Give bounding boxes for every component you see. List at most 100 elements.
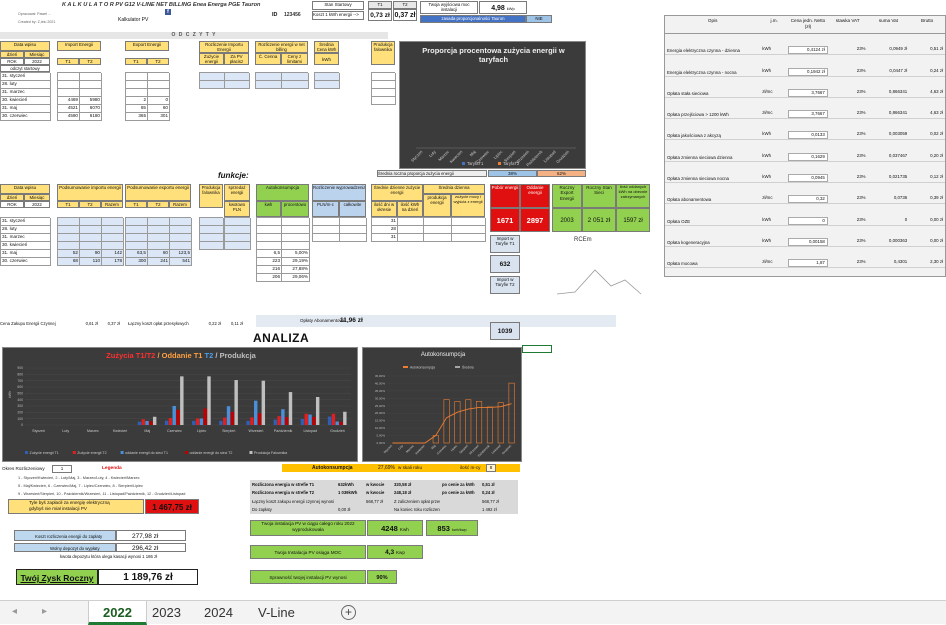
rates-cell: 23% [856,195,866,201]
cell [257,234,282,242]
bar-mark [335,421,339,425]
bar-mark [281,409,285,425]
facebook-icon[interactable]: f [165,9,171,15]
price-t2: 0,37 zł [393,9,417,21]
author-line: Opracował: Paweł ... [18,12,51,16]
rates-cell: Opłata stała sieciowa [667,90,709,96]
bar-mark [273,419,277,425]
b-sred-header: Średnie dzienne zużycie energii [371,184,423,201]
bar-mark [141,419,145,425]
kpi-depozyt-value: 1597 zł [616,208,650,232]
kpi-stan-label: Roczny Stan Sieci [582,184,616,208]
pv-year-label: Twoja instalacja PV w ciągu całego roku … [250,520,366,536]
net-summary-cell: 0,24 zł [482,490,495,496]
cell [424,218,452,226]
t1-header: T1 [368,1,392,9]
add-sheet-icon[interactable]: + [341,605,356,620]
cell [200,73,225,81]
legend-title: Legenda [102,466,122,471]
rozliczenie-header: Rozliczenie Importu Energii [199,41,249,53]
day-header: dzień [0,51,24,58]
rates-cell[interactable]: 3,7667 [788,110,828,119]
cell: 60 [148,105,170,113]
cell [225,226,251,234]
bar-y-tick: 100 [17,417,23,421]
cell [282,234,310,242]
cell: 63,5 [126,250,148,258]
cell: 31. styczeń [1,218,51,226]
cell [200,242,224,250]
rates-cell: 23% [856,67,866,73]
pv-year-value: 4248 Kwh [367,520,423,536]
cell [200,234,224,242]
tab-2024[interactable]: 2024 [190,601,247,625]
auto-x-label: Czerwiec [436,444,448,456]
top-export-grid: 2 0 65 60 365 301 [125,72,170,121]
rates-cell[interactable]: 3,7667 [788,88,828,97]
cell: 30. kwiecień [1,97,51,105]
sum-val-4: 0,22 zł [208,321,221,326]
b-rozl-grid [312,217,367,242]
rates-cell: 0,037467 [888,152,908,158]
cell [58,218,80,226]
rates-cell: 23% [856,216,866,222]
cell [372,97,396,105]
okres-value[interactable]: 1 [52,465,72,473]
cell: 4469 [58,97,80,105]
b-auto-grid: 6,5 5,00% 223 29,19% 216 27,88% 206 29,06% [256,217,310,282]
rates-cell: kWh [762,46,772,52]
proportion-footer: Średnia roczna proporcja zużycia energii [377,170,487,177]
export-header: Export Energii [125,41,169,51]
year-value[interactable]: 2022 [24,58,50,65]
cell [225,218,251,226]
rates-cell: 0,24 zł [930,67,943,73]
bar-x-label: Styczeń [32,429,45,433]
cell: 142 [102,250,124,258]
top-import-grid: 4469 5980 4521 6070 4590 6180 [57,72,102,121]
tariff-rule-value[interactable]: NIE [526,15,552,23]
bar-legend-label: Zużycie energii T2 [77,451,106,455]
bar-mark [288,392,293,425]
cell: 541 [170,258,192,266]
auto-x-label: Maj [430,444,436,450]
scroll-left-icon[interactable]: ◂ [12,606,17,617]
cell [170,218,192,226]
b-sprz-grid [224,217,251,250]
zaplat-subheader: Za PV płacisz [224,53,249,65]
kalkulator-label: Kalkulator PV [118,17,149,23]
b-export-razem: Razem [169,201,191,208]
bar-y-tick: 700 [17,379,23,383]
tab-2023[interactable]: 2023 [138,601,195,625]
tab-v-line[interactable]: V-Line [244,601,309,625]
export-t2-header: T2 [147,58,169,65]
cell: 31 [372,234,398,242]
rates-header-cell: j.m. [770,18,778,23]
rates-cell[interactable]: 0 [788,216,828,225]
rates-cell[interactable]: 0,0945 [788,174,828,183]
cell: 29,19% [282,258,310,266]
rates-cell: Opłata zmienna sieciowa dzienna [667,154,733,160]
rates-cell: kWh [762,174,772,180]
rates-cell[interactable]: 0,4124 zł [788,46,828,55]
auto-chart: Autokonsumpcja 45,00% 40,00% 35,00% 30,00% 2… [362,347,522,462]
rates-cell[interactable]: 0,00158 [788,237,828,246]
rates-cell[interactable]: 1,87 [788,259,828,268]
rates-cell[interactable]: 0,1629 [788,152,828,161]
cell: 206 [257,274,282,282]
net-summary-cell: po cenie za kWh [442,481,475,487]
rates-cell[interactable]: 0,1942 zł [788,67,828,76]
auto-bar [454,401,461,444]
bar-x-label: Marzec [87,429,99,433]
cell: 68 [58,258,80,266]
scroll-right-icon[interactable]: ▸ [42,606,47,617]
rates-cell[interactable]: 0,32 [788,195,828,204]
rates-cell[interactable]: 0,0133 [788,131,828,140]
rates-cell: kWh [762,216,772,222]
bar-legend-swatch [249,451,253,454]
selected-cell[interactable] [522,345,552,353]
bar-mark [339,421,343,425]
bar-y-tick: 400 [17,398,23,402]
net-summary-cell: Rozliczona energia w strefie T2 [252,490,315,496]
cell [170,234,192,242]
top-avg-grid [314,72,340,89]
